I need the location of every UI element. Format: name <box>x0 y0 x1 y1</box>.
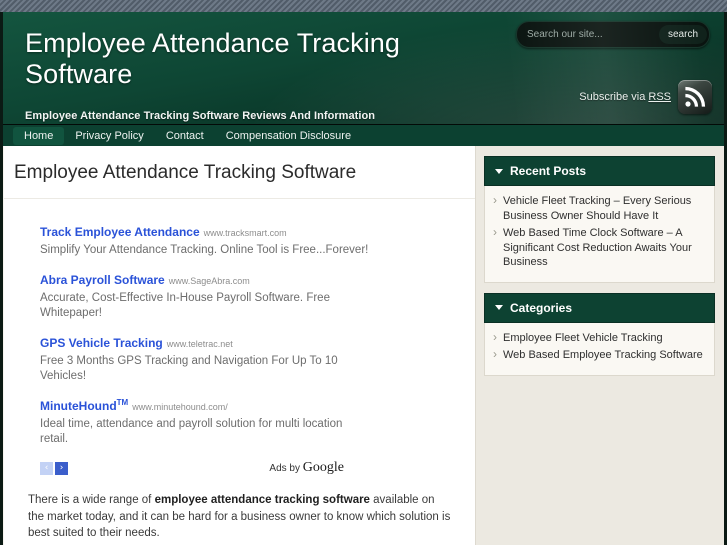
ad-unit: MinuteHoundTM www.minutehound.com/Ideal t… <box>40 397 370 447</box>
sidebar-widget: Categories Employee Fleet Vehicle Trackin… <box>484 292 715 376</box>
ad-description: Accurate, Cost-Effective In-House Payrol… <box>40 292 330 319</box>
site-header: Employee Attendance Tracking Software Em… <box>3 12 724 124</box>
ad-display-url: www.minutehound.com/ <box>132 402 228 412</box>
rss-link[interactable]: RSS <box>648 91 671 103</box>
rss-label-prefix: Subscribe via <box>579 91 649 103</box>
nav-item-compensation-disclosure[interactable]: Compensation Disclosure <box>215 127 362 145</box>
widget-list: Employee Fleet Vehicle TrackingWeb Based… <box>493 330 706 363</box>
widget-body: Employee Fleet Vehicle TrackingWeb Based… <box>484 322 715 376</box>
page-title: Employee Attendance Tracking Software <box>4 146 475 199</box>
ad-footer: ‹ › Ads by Google <box>40 460 370 476</box>
ad-headline-row: Track Employee Attendance www.tracksmart.… <box>40 223 370 241</box>
nav-item-contact[interactable]: Contact <box>155 127 215 145</box>
ad-description: Ideal time, attendance and payroll solut… <box>40 418 343 445</box>
article-body: There is a wide range of employee attend… <box>28 492 451 545</box>
nav-item-home[interactable]: Home <box>13 126 65 145</box>
page-container: Employee Attendance Tracking Software Em… <box>0 12 727 545</box>
ad-headline-row: Abra Payroll Software www.SageAbra.com <box>40 271 370 289</box>
ads-by-prefix: Ads by <box>269 463 303 474</box>
site-tagline: Employee Attendance Tracking Software Re… <box>25 110 376 122</box>
sidebar: Recent Posts Vehicle Fleet Tracking – Eve… <box>476 146 724 545</box>
chevron-down-icon <box>495 168 503 174</box>
ad-trademark-mark: TM <box>116 398 129 407</box>
sidebar-widget: Recent Posts Vehicle Fleet Tracking – Eve… <box>484 156 715 283</box>
rss-label: Subscribe via RSS <box>579 91 671 103</box>
ad-prev-arrow-icon[interactable]: ‹ <box>40 461 53 475</box>
ad-title-link[interactable]: GPS Vehicle Tracking <box>40 336 163 350</box>
article-paragraph-1: There is a wide range of employee attend… <box>28 492 451 542</box>
ad-unit: GPS Vehicle Tracking www.teletrac.net Free… <box>40 334 370 384</box>
google-wordmark: Google <box>302 460 344 475</box>
search-button[interactable]: search <box>659 25 708 44</box>
ad-headline-row: MinuteHoundTM www.minutehound.com/ <box>40 397 370 415</box>
ad-headline-row: GPS Vehicle Tracking www.teletrac.net <box>40 334 370 352</box>
ad-display-url: www.teletrac.net <box>166 339 233 349</box>
widget-title: Categories <box>510 300 573 315</box>
list-item[interactable]: Vehicle Fleet Tracking – Every Serious B… <box>493 193 706 223</box>
widget-list: Vehicle Fleet Tracking – Every Serious B… <box>493 193 706 270</box>
ad-title-link[interactable]: Abra Payroll Software <box>40 273 165 287</box>
search-input[interactable] <box>523 29 659 40</box>
ad-title-link[interactable]: Track Employee Attendance <box>40 225 200 239</box>
ad-unit: Abra Payroll Software www.SageAbra.com Acc… <box>40 271 370 321</box>
ad-description: Free 3 Months GPS Tracking and Navigatio… <box>40 355 338 382</box>
list-item[interactable]: Web Based Employee Tracking Software <box>493 347 706 363</box>
widget-body: Vehicle Fleet Tracking – Every Serious B… <box>484 186 715 283</box>
widget-header[interactable]: Recent Posts <box>484 156 715 186</box>
ad-display-url: www.SageAbra.com <box>168 276 250 286</box>
ad-unit: Track Employee Attendance www.tracksmart.… <box>40 223 370 258</box>
main-navigation: Home Privacy Policy Contact Compensation Di… <box>3 124 724 146</box>
rss-subscribe-block[interactable]: Subscribe via RSS <box>579 80 712 114</box>
para1-keyword: employee attendance tracking software <box>154 494 370 506</box>
rss-icon[interactable] <box>678 80 712 114</box>
google-ads-block: Track Employee Attendance www.tracksmart.… <box>40 223 370 476</box>
widget-title: Recent Posts <box>510 164 587 178</box>
widget-header[interactable]: Categories <box>484 292 715 323</box>
ads-by-google-attribution[interactable]: Ads by Google <box>269 460 344 476</box>
main-content: Employee Attendance Tracking Software Tr… <box>3 146 476 545</box>
para1-text-a: There is a wide range of <box>28 494 155 506</box>
chevron-down-icon <box>495 305 503 310</box>
ad-next-arrow-icon[interactable]: › <box>55 461 68 475</box>
ad-title-link[interactable]: MinuteHoundTM <box>40 398 129 413</box>
body-wrapper: Employee Attendance Tracking Software Tr… <box>3 146 724 545</box>
site-title: Employee Attendance Tracking Software <box>25 28 401 89</box>
list-item[interactable]: Employee Fleet Vehicle Tracking <box>493 330 706 346</box>
top-decorative-stripe <box>0 0 727 12</box>
nav-item-privacy-policy[interactable]: Privacy Policy <box>64 127 154 145</box>
ad-description: Simplify Your Attendance Tracking. Onlin… <box>40 244 369 256</box>
search-widget: search <box>516 21 710 48</box>
list-item[interactable]: Web Based Time Clock Software – A Signif… <box>493 225 706 270</box>
ad-display-url: www.tracksmart.com <box>203 228 287 238</box>
